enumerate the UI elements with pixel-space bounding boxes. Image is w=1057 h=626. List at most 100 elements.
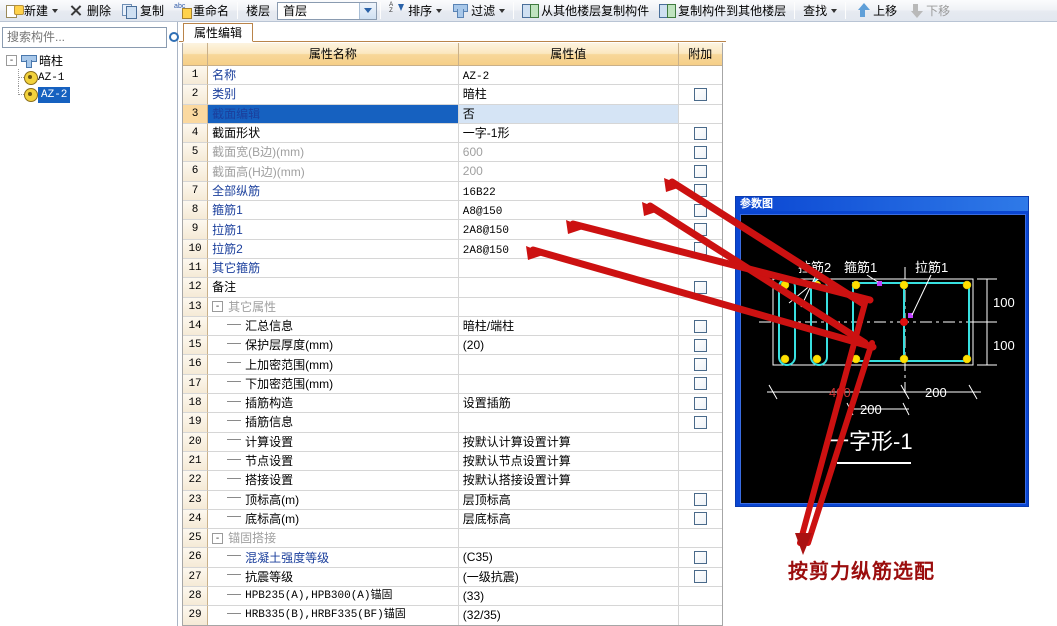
property-name-cell[interactable]: 拉筋1	[208, 220, 459, 240]
property-value-cell[interactable]: 暗柱	[458, 85, 679, 105]
attach-checkbox[interactable]	[693, 358, 707, 372]
property-name-cell[interactable]: 名称	[208, 66, 459, 86]
attach-checkbox[interactable]	[693, 126, 707, 140]
property-value-cell[interactable]: (33)	[458, 587, 679, 607]
property-value-cell[interactable]: 16B22	[458, 181, 679, 202]
table-row[interactable]: 20 计算设置 按默认计算设置计算	[183, 432, 722, 452]
property-name-cell[interactable]: 截面宽(B边)(mm)	[208, 143, 459, 163]
chevron-down-icon[interactable]	[499, 8, 506, 13]
attach-checkbox[interactable]	[693, 396, 707, 410]
attach-checkbox[interactable]	[693, 338, 707, 352]
table-row[interactable]: 11 其它箍筋	[183, 258, 722, 279]
property-name-cell[interactable]: - 其它属性	[208, 297, 459, 317]
property-value-cell[interactable]	[458, 278, 679, 298]
property-name-cell[interactable]: 上加密范围(mm)	[208, 355, 459, 375]
table-row[interactable]: 1 名称 AZ-2	[183, 66, 722, 86]
new-button[interactable]: 新建	[1, 1, 62, 21]
tab-property-editor[interactable]: 属性编辑	[183, 23, 254, 42]
table-row[interactable]: 2 类别 暗柱	[183, 85, 722, 105]
chevron-down-icon[interactable]	[359, 2, 377, 19]
table-row[interactable]: 12 备注	[183, 278, 722, 298]
attach-checkbox[interactable]	[693, 280, 707, 294]
chevron-down-icon[interactable]	[52, 8, 59, 13]
property-value-cell[interactable]: 按默认节点设置计算	[458, 451, 679, 472]
property-name-cell[interactable]: 插筋构造	[208, 394, 459, 414]
property-value-cell[interactable]: (C35)	[458, 548, 679, 568]
property-name-cell[interactable]: 抗震等级	[208, 567, 459, 588]
table-row[interactable]: 29 HRB335(B),HRBF335(BF)锚固 (32/35)	[183, 606, 722, 625]
attach-checkbox[interactable]	[693, 184, 707, 198]
property-name-cell[interactable]: 其它箍筋	[208, 258, 459, 279]
property-value-cell[interactable]	[458, 413, 679, 433]
property-name-cell[interactable]: 拉筋2	[208, 239, 459, 259]
table-row[interactable]: 23 顶标高(m) 层顶标高	[183, 490, 722, 510]
table-row[interactable]: 17 下加密范围(mm)	[183, 374, 722, 395]
table-row[interactable]: 27 抗震等级 (一级抗震)	[183, 567, 722, 588]
table-row[interactable]: 26 混凝土强度等级 (C35)	[183, 548, 722, 568]
search-input[interactable]	[2, 26, 167, 48]
property-name-cell[interactable]: 混凝土强度等级	[208, 548, 459, 568]
property-value-cell[interactable]	[458, 297, 679, 317]
delete-button[interactable]: 删除	[64, 1, 115, 21]
property-name-cell[interactable]: 底标高(m)	[208, 509, 459, 530]
attach-checkbox[interactable]	[693, 551, 707, 565]
table-row[interactable]: 6 截面高(H边)(mm) 200	[183, 162, 722, 182]
table-row[interactable]: 14 汇总信息 暗柱/端柱	[183, 316, 722, 337]
table-row[interactable]: 16 上加密范围(mm)	[183, 355, 722, 375]
property-name-cell[interactable]: 搭接设置	[208, 471, 459, 491]
table-row[interactable]: 13- 其它属性	[183, 297, 722, 317]
move-down-button[interactable]: 下移	[903, 1, 954, 21]
attach-checkbox[interactable]	[693, 415, 707, 429]
property-value-cell[interactable]	[458, 529, 679, 549]
sort-button[interactable]: 排序	[385, 1, 446, 21]
property-value-cell[interactable]: 一字-1形	[458, 123, 679, 144]
attach-checkbox[interactable]	[693, 87, 707, 101]
property-name-cell[interactable]: 汇总信息	[208, 316, 459, 337]
copy-button[interactable]: 复制	[117, 1, 168, 21]
parameter-diagram-canvas[interactable]: 拉筋2 箍筋1 拉筋1 100 100 400 200 200 一字形-1	[740, 214, 1026, 504]
property-value-cell[interactable]: 设置插筋	[458, 394, 679, 414]
table-row[interactable]: 3 截面编辑 否	[183, 104, 722, 124]
group-collapse-toggle[interactable]: -	[212, 532, 224, 544]
property-name-cell[interactable]: 下加密范围(mm)	[208, 374, 459, 395]
table-row[interactable]: 28 HPB235(A),HPB300(A)锚固 (33)	[183, 587, 722, 607]
property-name-cell[interactable]: 计算设置	[208, 432, 459, 452]
property-value-cell[interactable]: 2A8@150	[458, 239, 679, 259]
property-value-cell[interactable]: 暗柱/端柱	[458, 316, 679, 337]
table-row[interactable]: 25- 锚固搭接	[183, 529, 722, 549]
property-name-cell[interactable]: 插筋信息	[208, 413, 459, 433]
attach-checkbox[interactable]	[693, 377, 707, 391]
property-name-cell[interactable]: 备注	[208, 278, 459, 298]
table-row[interactable]: 10 拉筋2 2A8@150	[183, 239, 722, 259]
table-row[interactable]: 18 插筋构造 设置插筋	[183, 394, 722, 414]
property-value-cell[interactable]: (一级抗震)	[458, 567, 679, 588]
property-name-cell[interactable]: 箍筋1	[208, 201, 459, 221]
table-row[interactable]: 7 全部纵筋 16B22	[183, 181, 722, 202]
property-value-cell[interactable]: (32/35)	[458, 606, 679, 625]
property-name-cell[interactable]: 截面高(H边)(mm)	[208, 162, 459, 182]
attach-checkbox[interactable]	[693, 493, 707, 507]
group-collapse-toggle[interactable]: -	[212, 301, 224, 313]
find-button[interactable]: 查找	[799, 1, 841, 21]
table-row[interactable]: 9 拉筋1 2A8@150	[183, 220, 722, 240]
copy-to-other-floor-button[interactable]: 复制构件到其他楼层	[655, 1, 790, 21]
filter-button[interactable]: 过滤	[448, 1, 509, 21]
property-value-cell[interactable]: 否	[458, 104, 679, 124]
tree-node-az-2[interactable]: AZ-2	[4, 86, 176, 103]
table-row[interactable]: 15 保护层厚度(mm) (20)	[183, 336, 722, 356]
property-value-cell[interactable]	[458, 355, 679, 375]
table-row[interactable]: 5 截面宽(B边)(mm) 600	[183, 143, 722, 163]
table-row[interactable]: 22 搭接设置 按默认搭接设置计算	[183, 471, 722, 491]
property-name-cell[interactable]: - 锚固搭接	[208, 529, 459, 549]
property-name-cell[interactable]: HRB335(B),HRBF335(BF)锚固	[208, 606, 459, 625]
attach-checkbox[interactable]	[693, 319, 707, 333]
property-name-cell[interactable]: 截面形状	[208, 123, 459, 144]
move-up-button[interactable]: 上移	[850, 1, 901, 21]
property-value-cell[interactable]: 2A8@150	[458, 220, 679, 240]
attach-checkbox[interactable]	[693, 203, 707, 217]
attach-checkbox[interactable]	[693, 512, 707, 526]
property-value-cell[interactable]: 600	[458, 143, 679, 163]
floor-select[interactable]: 首层	[277, 1, 378, 20]
attach-checkbox[interactable]	[693, 242, 707, 256]
chevron-down-icon[interactable]	[831, 8, 838, 13]
